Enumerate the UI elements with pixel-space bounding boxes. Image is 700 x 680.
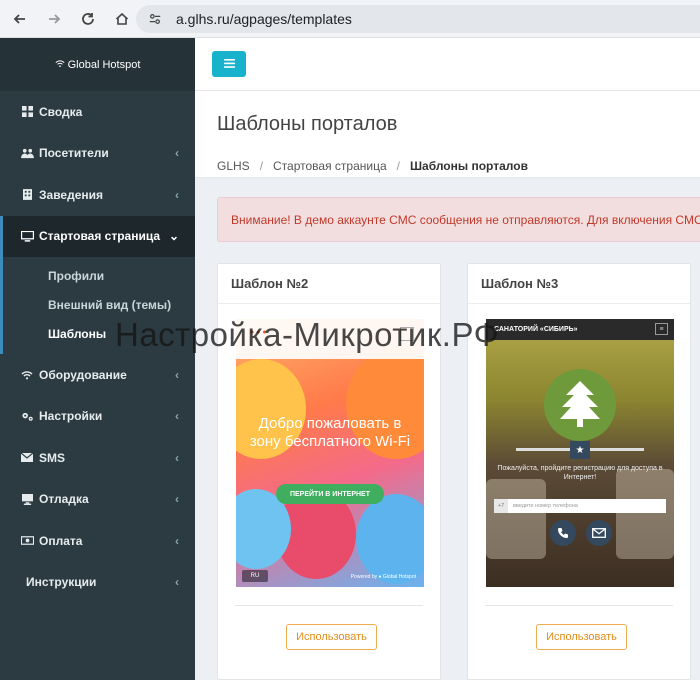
phone-icon [550, 520, 576, 546]
address-bar[interactable]: a.glhs.ru/agpages/templates [136, 5, 700, 33]
preview-tree-logo [544, 369, 616, 441]
preview-language-badge: RU [242, 570, 268, 582]
sidebar: Global Hotspot Сводка Посетители ‹ Завед… [0, 38, 195, 680]
breadcrumb-link[interactable]: Стартовая страница [273, 159, 387, 173]
sidebar-item-label: Посетители [39, 146, 109, 161]
preview-menu-icon: ≡ [655, 323, 668, 335]
back-icon[interactable] [6, 5, 34, 33]
breadcrumb-link[interactable]: GLHS [217, 159, 250, 173]
preview-contact-icons [550, 520, 612, 546]
card-title: Шаблон №3 [468, 264, 690, 304]
star-icon: ★ [570, 441, 590, 459]
top-navbar [195, 38, 700, 91]
preview-powered-by: Powered by ● Global Hotspot [350, 574, 416, 580]
use-template-button[interactable]: Использовать [286, 624, 377, 650]
submenu-item-label: Шаблоны [48, 326, 107, 341]
use-template-button[interactable]: Использовать [536, 624, 627, 650]
sidebar-item-debug[interactable]: Отладка ‹ [0, 479, 195, 521]
sidebar-item-settings[interactable]: Настройки ‹ [0, 396, 195, 438]
preview-connect-button: ПЕРЕЙТИ В ИНТЕРНЕТ [276, 484, 384, 504]
sidebar-item-label: Стартовая страница [39, 229, 161, 244]
sidebar-item-sms[interactable]: SMS ‹ [0, 437, 195, 479]
content-header: Шаблоны порталов GLHS / Стартовая страни… [195, 91, 700, 178]
sidebar-item-label: Настройки [39, 409, 103, 424]
sidebar-item-instructions[interactable]: Инструкции ‹ [0, 562, 195, 604]
preview-phone-input: +7 введите номер телефона [494, 499, 666, 513]
envelope-icon [20, 453, 34, 463]
brand-logo[interactable]: Global Hotspot [0, 38, 195, 91]
building-icon [20, 189, 34, 201]
wifi-icon [20, 370, 34, 380]
money-icon [20, 536, 34, 546]
home-icon[interactable] [108, 5, 136, 33]
card-divider [485, 605, 673, 606]
sidebar-item-label: Сводка [39, 104, 83, 119]
brand-name: Global Hotspot [67, 58, 141, 71]
gears-icon [20, 411, 34, 422]
submenu-item-label: Профили [48, 268, 105, 283]
country-code: +7 [494, 499, 508, 513]
sidebar-item-venues[interactable]: Заведения ‹ [0, 174, 195, 216]
monitor-icon [20, 230, 34, 242]
wifi-icon [55, 59, 65, 71]
sidebar-item-label: SMS [39, 450, 66, 465]
site-settings-icon[interactable] [144, 8, 166, 30]
template-preview-image[interactable]: ● ● ● Добро пожаловать в зону бесплатног… [236, 319, 424, 587]
sidebar-item-label: Отладка [39, 492, 89, 507]
card-title: Шаблон №2 [218, 264, 440, 304]
envelope-icon [586, 520, 612, 546]
dashboard-icon [20, 106, 34, 118]
users-icon [20, 148, 34, 159]
watermark-text: Настройка-Микротик.РФ [115, 316, 500, 353]
preview-welcome-text: Добро пожаловать в зону бесплатного Wi-F… [249, 415, 411, 450]
sidebar-toggle-button[interactable] [212, 51, 246, 77]
chevron-left-icon: ‹ [175, 367, 179, 382]
chevron-left-icon: ‹ [175, 187, 179, 202]
sidebar-item-label: Заведения [39, 187, 104, 202]
demo-warning-alert: Внимание! В демо аккаунте СМС сообщения … [217, 197, 700, 242]
sidebar-item-equipment[interactable]: Оборудование ‹ [0, 354, 195, 396]
submenu-item-themes[interactable]: Внешний вид (темы) [3, 290, 195, 319]
chevron-down-icon: ⌄ [168, 229, 179, 244]
submenu-item-label: Внешний вид (темы) [48, 297, 172, 312]
url-text[interactable]: a.glhs.ru/agpages/templates [176, 11, 352, 27]
chevron-left-icon: ‹ [175, 575, 179, 590]
preview-info-text: Пожалуйста, пройдите регистрацию для дос… [497, 465, 663, 481]
card-body: САНАТОРИЙ «СИБИРЬ» ≡ ★ Пожалуйста, пройд… [468, 304, 690, 680]
sidebar-item-label: Оборудование [39, 367, 127, 382]
breadcrumb: GLHS / Стартовая страница / Шаблоны порт… [217, 159, 528, 173]
breadcrumb-separator: / [259, 159, 264, 173]
sidebar-item-start-page[interactable]: Стартовая страница ⌄ [0, 215, 195, 257]
template-preview-image[interactable]: САНАТОРИЙ «СИБИРЬ» ≡ ★ Пожалуйста, пройд… [486, 319, 674, 587]
preview-header: САНАТОРИЙ «СИБИРЬ» ≡ [486, 319, 674, 340]
chevron-left-icon: ‹ [175, 146, 179, 161]
main-content: Шаблоны порталов GLHS / Стартовая страни… [195, 38, 700, 680]
chevron-left-icon: ‹ [175, 409, 179, 424]
sidebar-item-label: Оплата [39, 533, 83, 548]
card-divider [235, 605, 423, 606]
sidebar-item-label: Инструкции [26, 575, 97, 590]
preview-title: САНАТОРИЙ «СИБИРЬ» [494, 326, 578, 333]
page-title: Шаблоны порталов [217, 113, 398, 135]
chevron-left-icon: ‹ [175, 492, 179, 507]
browser-toolbar: a.glhs.ru/agpages/templates [0, 0, 700, 38]
breadcrumb-current: Шаблоны порталов [410, 159, 528, 173]
phone-placeholder: введите номер телефона [513, 503, 578, 509]
chevron-left-icon: ‹ [175, 533, 179, 548]
submenu-item-profiles[interactable]: Профили [3, 261, 195, 290]
template-card: Шаблон №3 САНАТОРИЙ «СИБИРЬ» ≡ ★ Пожалуй… [467, 263, 691, 680]
sidebar-item-payment[interactable]: Оплата ‹ [0, 520, 195, 562]
forward-icon[interactable] [40, 5, 68, 33]
chevron-left-icon: ‹ [175, 450, 179, 465]
chair-shape [486, 479, 546, 559]
sidebar-item-dashboard[interactable]: Сводка [0, 91, 195, 133]
sidebar-item-visitors[interactable]: Посетители ‹ [0, 133, 195, 175]
desktop-icon [20, 493, 34, 505]
breadcrumb-separator: / [396, 159, 400, 173]
reload-icon[interactable] [74, 5, 102, 33]
balloon-shape [356, 494, 424, 584]
hamburger-icon [223, 55, 235, 73]
card-body: ● ● ● Добро пожаловать в зону бесплатног… [218, 304, 440, 680]
chair-shape [616, 469, 674, 559]
